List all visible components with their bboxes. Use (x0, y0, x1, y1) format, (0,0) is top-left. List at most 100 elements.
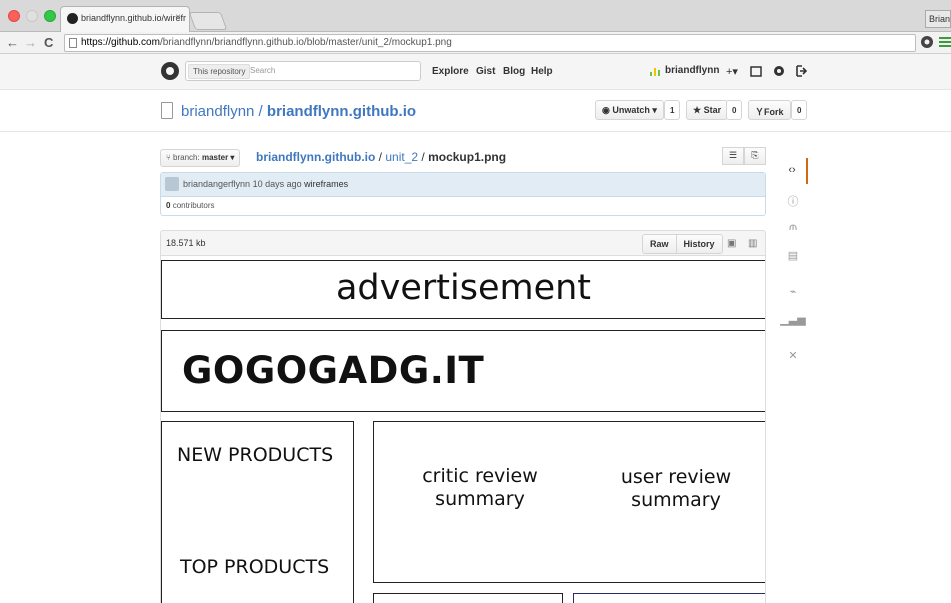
mockup-advertisement: advertisement (161, 260, 765, 319)
mockup-sidebar: NEW PRODUCTS TOP PRODUCTS (161, 421, 354, 603)
mockup-brand: GOGOGADG.IT (161, 330, 765, 412)
mockup-bottom-left-box (373, 593, 563, 603)
browser-titlebar: briandflynn.github.io/wirefr × Brian (0, 0, 951, 32)
extension-gear-icon[interactable] (920, 35, 934, 49)
repo-book-icon (161, 102, 173, 119)
address-bar[interactable]: https://github.com/briandflynn/briandfly… (64, 34, 916, 52)
list-view-icon[interactable]: ☰ (722, 147, 744, 165)
avatar-icon[interactable] (650, 66, 662, 76)
mockup-bottom-right-box (573, 593, 765, 603)
settings-tools-icon[interactable]: ✕ (778, 343, 808, 369)
browser-tab[interactable]: briandflynn.github.io/wirefr × (60, 6, 190, 32)
inbox-icon[interactable] (750, 66, 762, 77)
mockup-user-review-line2: summary (631, 489, 721, 511)
star-label: Star (703, 105, 722, 115)
file-header: 18.571 kb Raw History ▣ ▥ (160, 230, 766, 256)
nav-blog[interactable]: Blog (503, 66, 525, 77)
repo-header: briandflynn / briandflynn.github.io ◉ Un… (0, 90, 951, 132)
repo-title: briandflynn / briandflynn.github.io (181, 103, 416, 120)
profile-button[interactable]: Brian (925, 10, 951, 28)
breadcrumb-separator: / (418, 150, 429, 164)
mockup-critic-review: critic review summary (390, 465, 570, 511)
github-favicon-icon (67, 13, 78, 24)
branch-select-button[interactable]: ⑂ branch: master ▾ (160, 149, 241, 167)
mockup-user-review-line1: user review (620, 466, 732, 488)
contributors-count: 0 (166, 201, 171, 210)
copy-path-icon[interactable]: ⎘ (744, 147, 766, 165)
create-new-icon[interactable]: +▾ (726, 65, 738, 78)
breadcrumb: briandflynn.github.io / unit_2 / mockup1… (256, 150, 506, 164)
breadcrumb-file: mockup1.png (428, 150, 507, 164)
star-icon: ★ (693, 105, 704, 115)
branch-icon: ⑂ (166, 153, 171, 162)
image-view: advertisement GOGOGADG.IT NEW PRODUCTS T… (160, 256, 766, 603)
star-count[interactable]: 0 (726, 100, 743, 120)
unwatch-label: Unwatch ▾ (612, 105, 657, 115)
search-scope-label: This repository (188, 64, 251, 79)
breadcrumb-dir-link[interactable]: unit_2 (385, 150, 418, 164)
nav-gist[interactable]: Gist (476, 66, 495, 77)
sign-out-icon[interactable] (795, 65, 807, 77)
code-icon[interactable]: ‹› (778, 158, 808, 184)
github-header: This repository Search Explore Gist Blog… (0, 54, 951, 90)
contributors-label: contributors (172, 201, 215, 210)
branch-name: master ▾ (201, 153, 235, 162)
url-host: https://github.com (81, 37, 160, 48)
repo-side-nav: ‹› ⓘ ⫙ ▤ ⌁ ▁▃▅ ✕ (778, 155, 808, 375)
author-avatar[interactable] (165, 177, 179, 191)
commit-time: 10 days ago (252, 179, 302, 189)
repo-title-separator: / (254, 103, 267, 120)
branch-prefix: branch: (173, 153, 200, 162)
raw-button[interactable]: Raw (643, 235, 676, 253)
file-size: 18.571 kb (166, 238, 206, 248)
chrome-menu-icon[interactable] (938, 35, 951, 49)
nav-explore[interactable]: Explore (432, 66, 469, 77)
username-link[interactable]: briandflynn (665, 65, 719, 76)
unwatch-button[interactable]: ◉ Unwatch ▾ (595, 100, 664, 120)
repo-owner-link[interactable]: briandflynn (181, 103, 254, 120)
back-arrow-icon[interactable]: ← (6, 35, 19, 51)
page-icon (69, 38, 77, 48)
contributors-row[interactable]: 0 contributors (161, 197, 765, 210)
fork-button[interactable]: ＹFork (748, 100, 791, 120)
nav-help[interactable]: Help (531, 66, 553, 77)
fork-icon: Ｙ (755, 107, 765, 117)
desktop-icon[interactable]: ▣ (727, 238, 736, 249)
new-tab-button[interactable] (188, 12, 228, 30)
forward-arrow-icon[interactable]: → (24, 35, 37, 51)
reload-icon[interactable]: C (44, 35, 53, 51)
wiki-icon[interactable]: ▤ (778, 243, 808, 269)
file-actions: Raw History (642, 234, 723, 254)
trash-icon[interactable]: ▥ (748, 238, 757, 249)
fork-count[interactable]: 0 (791, 100, 808, 120)
commit-message[interactable]: wireframes (304, 179, 348, 189)
maximize-window-button[interactable] (44, 10, 56, 22)
github-octocat-icon[interactable] (161, 62, 179, 80)
watch-count[interactable]: 1 (664, 100, 681, 120)
search-placeholder: Search (250, 66, 276, 75)
minimize-window-button[interactable] (26, 10, 38, 22)
fork-label: Fork (764, 107, 784, 117)
mockup-user-review: user review summary (586, 466, 765, 512)
close-window-button[interactable] (8, 10, 20, 22)
mockup-critic-review-line2: summary (435, 488, 525, 510)
latest-commit: briandangerflynn 10 days ago wireframes … (160, 172, 766, 216)
search-input[interactable]: This repository Search (185, 61, 421, 81)
mockup-top-products: TOP PRODUCTS (180, 556, 330, 578)
tab-close-icon[interactable]: × (175, 12, 181, 23)
commit-author[interactable]: briandangerflynn (183, 179, 250, 189)
gear-icon[interactable] (773, 65, 785, 77)
graphs-icon[interactable]: ▁▃▅ (778, 307, 808, 333)
mockup-reviews: critic review summary user review summar… (373, 421, 765, 583)
breadcrumb-repo-link[interactable]: briandflynn.github.io (256, 150, 375, 164)
pulse-icon[interactable]: ⌁ (778, 279, 808, 305)
history-button[interactable]: History (675, 235, 722, 253)
issues-icon[interactable]: ⓘ (778, 187, 808, 213)
repo-name-link[interactable]: briandflynn.github.io (267, 103, 416, 120)
mockup-critic-review-line1: critic review (422, 465, 538, 487)
breadcrumb-separator: / (375, 150, 386, 164)
star-button[interactable]: ★ Star (686, 100, 729, 120)
url-path: /briandflynn/briandflynn.github.io/blob/… (159, 37, 452, 48)
mockup-new-products: NEW PRODUCTS (177, 444, 334, 466)
pull-requests-icon[interactable]: ⫙ (778, 215, 808, 241)
